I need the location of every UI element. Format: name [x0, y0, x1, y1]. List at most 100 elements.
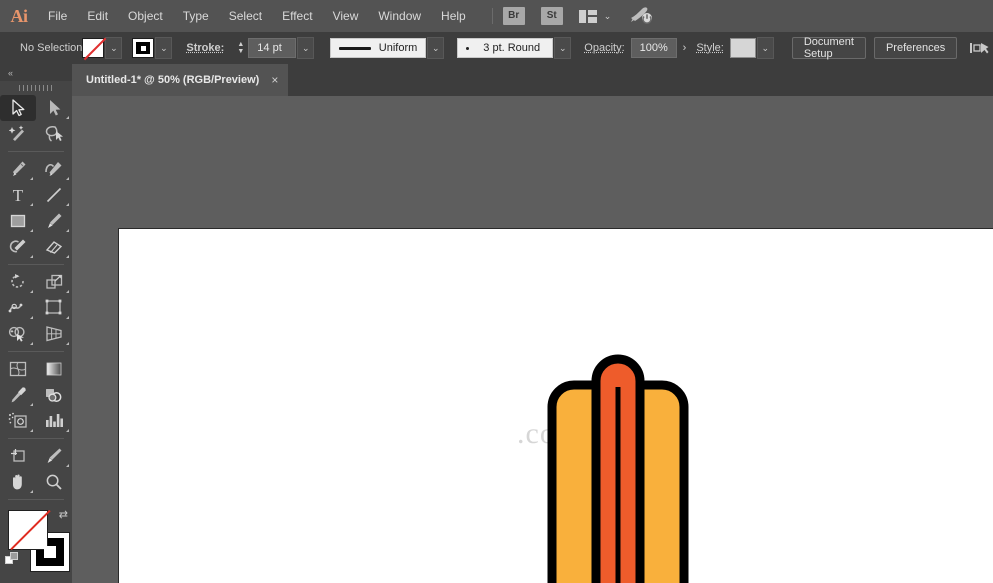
width-tool-icon — [8, 299, 28, 317]
fill-color-swatch[interactable] — [82, 38, 104, 58]
line-segment-icon — [45, 186, 63, 204]
illustrator-window: Ai File Edit Object Type Select Effect V… — [0, 0, 993, 583]
stroke-dropdown-button[interactable]: ⌄ — [155, 37, 172, 59]
tool-flyout-indicator — [30, 203, 33, 206]
tools-panel-grip[interactable] — [0, 81, 72, 95]
zoom-tool[interactable] — [36, 469, 72, 495]
tool-flyout-indicator — [66, 429, 69, 432]
stroke-color-swatch[interactable] — [132, 38, 154, 58]
menu-view[interactable]: View — [323, 0, 369, 32]
opacity-more-button[interactable]: › — [677, 42, 693, 54]
stroke-weight-stepper[interactable]: ▲ ▼ — [234, 37, 247, 59]
width-tool[interactable] — [0, 295, 36, 321]
gradient-icon — [45, 360, 63, 378]
shaper-icon — [8, 238, 28, 256]
type-tool[interactable]: T — [0, 182, 36, 208]
slice-tool[interactable] — [36, 443, 72, 469]
direct-selection-tool[interactable] — [36, 95, 72, 121]
free-transform-tool[interactable] — [36, 295, 72, 321]
fill-color-indicator[interactable] — [8, 510, 48, 550]
arrange-documents-icon — [579, 10, 597, 23]
stock-button[interactable]: St — [541, 7, 563, 25]
eraser-tool[interactable] — [36, 234, 72, 260]
mesh-icon — [8, 360, 28, 378]
lasso-tool[interactable] — [36, 121, 72, 147]
magic-wand-tool[interactable] — [0, 121, 36, 147]
shape-builder-icon — [8, 325, 28, 343]
document-setup-button[interactable]: Document Setup — [792, 37, 866, 59]
tool-flyout-indicator — [30, 255, 33, 258]
perspective-grid-icon — [44, 325, 64, 343]
stroke-profile-select[interactable]: Uniform — [330, 38, 426, 58]
default-fill-stroke-icon[interactable] — [5, 552, 19, 566]
tool-flyout-indicator — [30, 342, 33, 345]
fill-dropdown-button[interactable]: ⌄ — [105, 37, 122, 59]
close-icon[interactable]: × — [271, 73, 278, 87]
tool-flyout-indicator — [66, 116, 69, 119]
menu-object[interactable]: Object — [118, 0, 173, 32]
rotate-tool[interactable] — [0, 269, 36, 295]
eraser-icon — [44, 238, 64, 256]
shape-builder-tool[interactable] — [0, 321, 36, 347]
gradient-tool[interactable] — [36, 356, 72, 382]
menu-help[interactable]: Help — [431, 0, 476, 32]
document-tab[interactable]: Untitled-1* @ 50% (RGB/Preview) × — [72, 64, 288, 96]
brush-stroke-icon — [466, 47, 469, 50]
stroke-weight-input[interactable]: 14 pt — [248, 38, 296, 58]
stroke-profile-dropdown-button[interactable]: ⌄ — [427, 37, 444, 59]
column-graph-tool[interactable] — [36, 408, 72, 434]
line-segment-tool[interactable] — [36, 182, 72, 208]
style-label[interactable]: Style: — [696, 42, 724, 54]
graphic-style-swatch[interactable] — [730, 38, 756, 58]
swap-fill-stroke-icon[interactable]: ⇄ — [59, 508, 68, 521]
document-canvas[interactable]: .com — [72, 96, 993, 583]
menu-select[interactable]: Select — [219, 0, 272, 32]
tool-flyout-indicator — [30, 429, 33, 432]
stroke-weight-dropdown-button[interactable]: ⌄ — [297, 37, 314, 59]
stroke-weight-label[interactable]: Stroke: — [186, 42, 224, 54]
stepper-up-icon: ▲ — [237, 41, 244, 48]
arrange-documents-button[interactable]: ⌄ — [579, 10, 612, 23]
lasso-icon — [44, 125, 64, 143]
creative-cloud-rocket-icon[interactable] — [629, 5, 653, 28]
double-chevron-left-icon: « — [8, 68, 12, 78]
magnifier-icon — [45, 473, 63, 491]
paintbrush-tool[interactable] — [36, 208, 72, 234]
control-bar: No Selection ⌄ ⌄ Stroke: ▲ ▼ 14 pt ⌄ Uni… — [0, 32, 993, 64]
brush-definition-dropdown-button[interactable]: ⌄ — [554, 37, 571, 59]
perspective-grid-tool[interactable] — [36, 321, 72, 347]
menu-edit[interactable]: Edit — [77, 0, 118, 32]
mesh-tool[interactable] — [0, 356, 36, 382]
opacity-label[interactable]: Opacity: — [584, 42, 624, 54]
eyedropper-tool[interactable] — [0, 382, 36, 408]
scale-tool[interactable] — [36, 269, 72, 295]
artboard-tool[interactable] — [0, 443, 36, 469]
selection-tool[interactable] — [0, 95, 36, 121]
align-to-selection-button[interactable]: ⌄ — [969, 40, 993, 56]
preferences-button[interactable]: Preferences — [874, 37, 957, 59]
pen-tool[interactable] — [0, 156, 36, 182]
hand-tool[interactable] — [0, 469, 36, 495]
fill-stroke-control: ⇄ — [0, 506, 72, 580]
rectangle-tool[interactable] — [0, 208, 36, 234]
menu-effect[interactable]: Effect — [272, 0, 322, 32]
artboard[interactable]: .com — [118, 228, 993, 583]
collapse-tools-panel-button[interactable]: « — [0, 64, 72, 81]
opacity-input[interactable]: 100% — [631, 38, 677, 58]
tools-divider — [8, 264, 64, 265]
selection-arrow-icon — [11, 99, 26, 117]
menubar-divider — [492, 8, 493, 24]
style-dropdown-button[interactable]: ⌄ — [757, 37, 774, 59]
symbol-sprayer-tool[interactable] — [0, 408, 36, 434]
bridge-button[interactable]: Br — [503, 7, 525, 25]
tool-flyout-indicator — [66, 464, 69, 467]
shaper-tool[interactable] — [0, 234, 36, 260]
stroke-profile-value: Uniform — [379, 42, 418, 54]
curvature-tool[interactable] — [36, 156, 72, 182]
menu-file[interactable]: File — [38, 0, 77, 32]
hot-dog-illustration[interactable] — [543, 353, 693, 583]
menu-type[interactable]: Type — [173, 0, 219, 32]
brush-definition-select[interactable]: 3 pt. Round — [457, 38, 553, 58]
blend-tool[interactable] — [36, 382, 72, 408]
menu-window[interactable]: Window — [368, 0, 431, 32]
